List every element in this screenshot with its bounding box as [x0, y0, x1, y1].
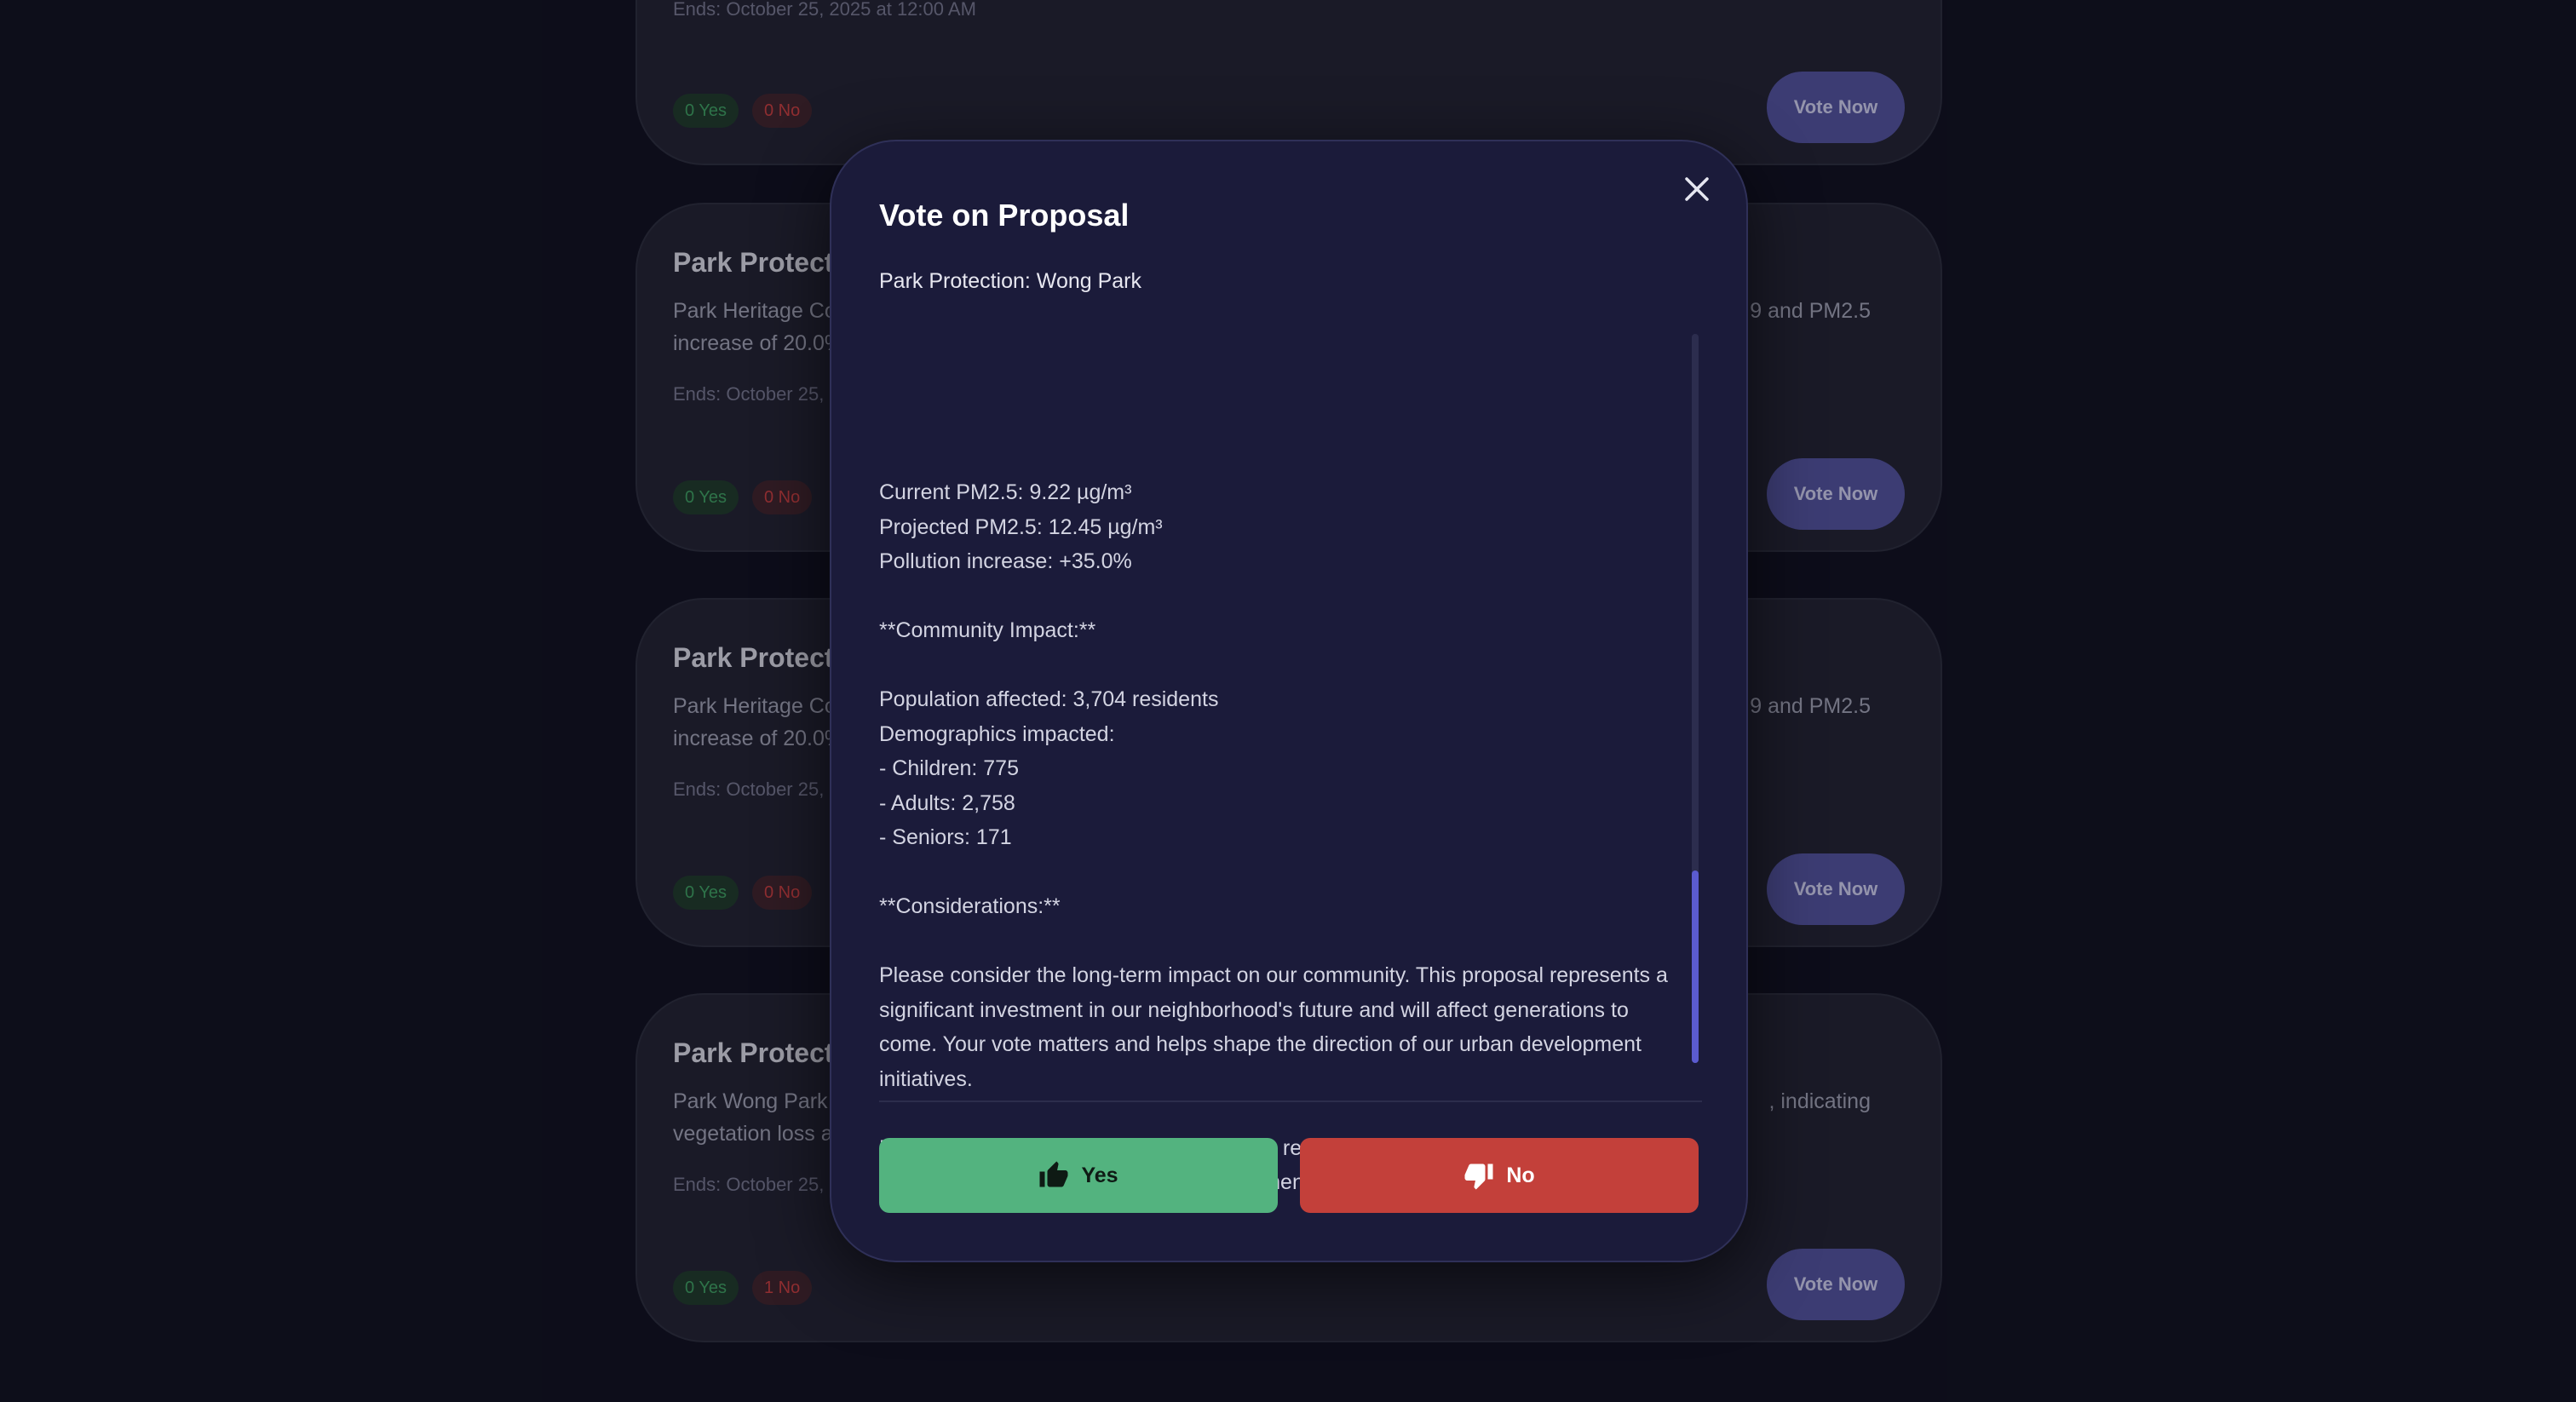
proposal-details-scroll[interactable]: Current PM2.5: 9.22 µg/m³ Projected PM2.5… — [879, 337, 1675, 1189]
proposal-name: Park Protection: Wong Park — [879, 269, 1142, 293]
vote-no-label: No — [1506, 1163, 1535, 1187]
proposal-detail-line: - Seniors: 171 — [879, 825, 1012, 849]
proposal-detail-line: Demographics impacted: — [879, 721, 1115, 746]
proposal-detail-line — [879, 855, 1675, 890]
close-button[interactable] — [1678, 170, 1716, 208]
proposal-detail-line — [879, 924, 1675, 959]
proposal-detail-line: significant investment in our neighborho… — [879, 997, 1629, 1022]
proposal-detail-line: come. Your vote matters and helps shape … — [879, 1032, 1642, 1056]
close-icon — [1685, 177, 1709, 201]
scrollbar[interactable] — [1692, 334, 1699, 1063]
proposal-detail-line: initiatives. — [879, 1066, 973, 1091]
proposal-detail-line: - Children: 775 — [879, 756, 1019, 780]
proposal-detail-line: **Considerations:** — [879, 894, 1061, 918]
proposal-detail-line: Current PM2.5: 9.22 µg/m³ — [879, 480, 1132, 504]
proposal-details: Current PM2.5: 9.22 µg/m³ Projected PM2.5… — [879, 475, 1675, 1189]
thumbs-down-icon — [1464, 1164, 1493, 1190]
scrollbar-thumb[interactable] — [1692, 871, 1699, 1063]
divider — [879, 1100, 1702, 1102]
vote-modal: Vote on Proposal Park Protection: Wong P… — [830, 140, 1748, 1262]
proposal-detail-line — [879, 648, 1675, 683]
vote-no-button[interactable]: No — [1300, 1138, 1699, 1213]
proposal-detail-line: Pollution increase: +35.0% — [879, 549, 1132, 573]
vote-yes-label: Yes — [1081, 1163, 1118, 1187]
proposal-detail-line: Please consider the long-term impact on … — [879, 963, 1668, 987]
proposal-detail-line: **Community Impact:** — [879, 618, 1096, 642]
proposal-detail-line: Population affected: 3,704 residents — [879, 687, 1219, 711]
modal-title: Vote on Proposal — [879, 198, 1130, 233]
thumbs-up-icon — [1039, 1161, 1068, 1187]
proposal-detail-line: - Adults: 2,758 — [879, 790, 1015, 815]
vote-yes-button[interactable]: Yes — [879, 1138, 1278, 1213]
proposal-detail-line: Projected PM2.5: 12.45 µg/m³ — [879, 514, 1163, 539]
proposal-detail-line — [879, 579, 1675, 614]
